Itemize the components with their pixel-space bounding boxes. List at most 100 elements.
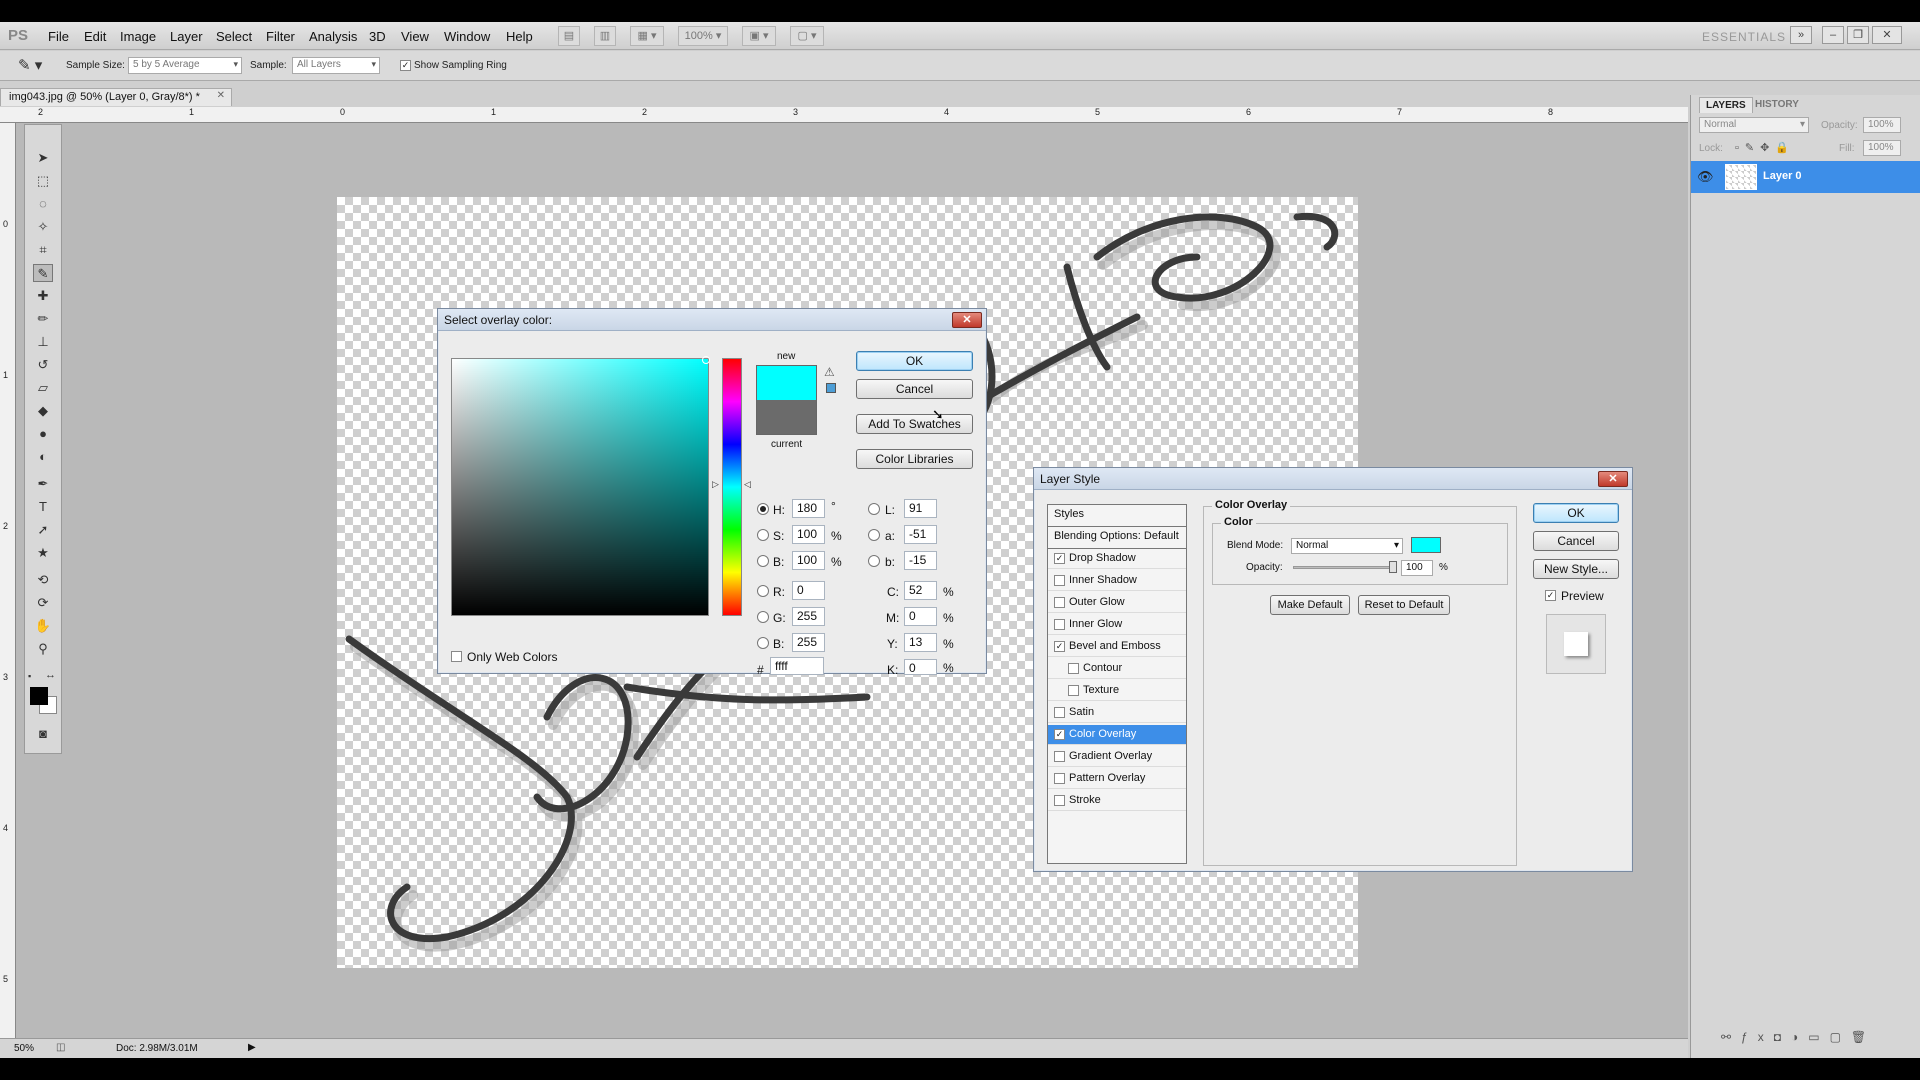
style-item-texture[interactable]: Texture xyxy=(1048,681,1186,701)
blur-tool-icon[interactable]: ● xyxy=(33,425,53,443)
style-item-drop-shadow[interactable]: ✓ Drop Shadow xyxy=(1048,549,1186,569)
hue-radio[interactable] xyxy=(757,503,769,515)
close-app-icon[interactable]: ✕ xyxy=(1872,26,1902,44)
drop-shadow-checkbox[interactable]: ✓ xyxy=(1054,552,1065,564)
color-libraries-button[interactable]: Color Libraries xyxy=(856,449,973,469)
opacity-slider-thumb[interactable] xyxy=(1389,561,1397,573)
mini-bridge-button[interactable]: ▥ xyxy=(594,26,616,46)
zoom-tool-icon[interactable]: ⚲ xyxy=(33,640,53,658)
current-color-swatch[interactable] xyxy=(756,400,817,435)
style-item-contour[interactable]: Contour xyxy=(1048,659,1186,679)
add-to-swatches-button[interactable]: Add To Swatches xyxy=(856,414,973,434)
eyedropper-tool-preset-icon[interactable]: ✎ ▾ xyxy=(18,56,42,74)
layer-actions-icons[interactable]: ⚯ƒx◘◑▭▢🗑 xyxy=(1721,1030,1876,1044)
style-item-gradient-overlay[interactable]: Gradient Overlay xyxy=(1048,747,1186,767)
bridge-button[interactable]: ▤ xyxy=(558,26,580,46)
green-radio[interactable] xyxy=(757,611,769,623)
workspace-expand-icon[interactable]: » xyxy=(1790,26,1812,44)
style-item-bevel-emboss[interactable]: ✓ Bevel and Emboss xyxy=(1048,637,1186,657)
paint-bucket-tool-icon[interactable]: ◆ xyxy=(33,402,53,420)
view-extras-button[interactable]: ▦ ▾ xyxy=(630,26,664,46)
gradient-overlay-checkbox[interactable] xyxy=(1054,750,1065,762)
default-colors-icon[interactable]: ▪ xyxy=(28,671,40,681)
reset-to-default-button[interactable]: Reset to Default xyxy=(1358,595,1450,615)
saturation-input[interactable]: 100 xyxy=(792,525,825,544)
layer-style-cancel-button[interactable]: Cancel xyxy=(1533,531,1619,551)
opacity-input[interactable]: 100 xyxy=(1401,560,1433,576)
hue-slider-right-arrow-icon[interactable]: ◁ xyxy=(744,479,751,490)
style-item-pattern-overlay[interactable]: Pattern Overlay xyxy=(1048,769,1186,789)
arrange-documents-button[interactable]: ▣ ▾ xyxy=(742,26,776,46)
only-web-colors-checkbox[interactable] xyxy=(451,651,462,662)
cancel-button[interactable]: Cancel xyxy=(856,379,973,399)
black-input[interactable]: 0 xyxy=(904,659,937,675)
screen-mode-button[interactable]: ▢ ▾ xyxy=(790,26,824,46)
sample-select[interactable]: All Layers ▾ xyxy=(292,57,380,74)
workspace-label[interactable]: ESSENTIALS xyxy=(1702,30,1786,44)
magenta-input[interactable]: 0 xyxy=(904,607,937,626)
ok-button[interactable]: OK xyxy=(856,351,973,371)
color-field[interactable] xyxy=(451,356,710,616)
layer-fill-field[interactable]: 100% xyxy=(1863,140,1901,156)
lightness-radio[interactable] xyxy=(868,503,880,515)
out-of-gamut-warning-icon[interactable]: ⚠ xyxy=(824,365,835,379)
hex-input[interactable]: ffff xyxy=(770,657,824,675)
brush-tool-icon[interactable]: ✏ xyxy=(33,310,53,328)
zoom-level-select[interactable]: 100% ▾ xyxy=(678,26,728,46)
style-item-stroke[interactable]: Stroke xyxy=(1048,791,1186,811)
color-overlay-checkbox[interactable]: ✓ xyxy=(1054,728,1065,740)
lasso-tool-icon[interactable]: ◌ xyxy=(33,195,53,213)
status-menu-icon[interactable]: ◫ xyxy=(56,1042,65,1053)
quick-selection-tool-icon[interactable]: ✧ xyxy=(33,218,53,236)
pattern-overlay-checkbox[interactable] xyxy=(1054,772,1065,784)
brightness-input[interactable]: 100 xyxy=(792,551,825,570)
styles-header[interactable]: Styles xyxy=(1048,505,1186,527)
menu-image[interactable]: Image xyxy=(120,29,156,44)
blue-radio[interactable] xyxy=(757,637,769,649)
menu-select[interactable]: Select xyxy=(216,29,252,44)
inner-shadow-checkbox[interactable] xyxy=(1054,574,1065,586)
b-channel-radio[interactable] xyxy=(868,555,880,567)
bevel-emboss-checkbox[interactable]: ✓ xyxy=(1054,640,1065,652)
close-tab-icon[interactable]: ✕ xyxy=(217,90,225,101)
opacity-slider-track[interactable] xyxy=(1293,566,1393,569)
red-input[interactable]: 0 xyxy=(792,581,825,600)
quick-mask-icon[interactable]: ◙ xyxy=(33,725,53,743)
marquee-tool-icon[interactable]: ⬚ xyxy=(33,172,53,190)
status-arrow-icon[interactable]: ▶ xyxy=(248,1042,256,1053)
inner-glow-checkbox[interactable] xyxy=(1054,618,1065,630)
eyedropper-tool-icon[interactable]: ✎ xyxy=(33,264,53,282)
web-safe-cube-icon[interactable] xyxy=(826,383,836,393)
red-radio[interactable] xyxy=(757,585,769,597)
layer-row[interactable]: 👁 Layer 0 xyxy=(1691,161,1920,193)
style-item-outer-glow[interactable]: Outer Glow xyxy=(1048,593,1186,613)
history-brush-tool-icon[interactable]: ↺ xyxy=(33,356,53,374)
a-channel-radio[interactable] xyxy=(868,529,880,541)
foreground-color-swatch[interactable] xyxy=(30,687,48,705)
layer-style-ok-button[interactable]: OK xyxy=(1533,503,1619,523)
dodge-tool-icon[interactable]: ◐ xyxy=(33,448,53,466)
texture-checkbox[interactable] xyxy=(1068,684,1079,696)
menu-layer[interactable]: Layer xyxy=(170,29,203,44)
style-item-color-overlay[interactable]: ✓ Color Overlay xyxy=(1048,725,1186,745)
path-selection-tool-icon[interactable]: ➚ xyxy=(33,521,53,539)
preview-checkbox[interactable]: ✓ xyxy=(1545,590,1556,601)
eraser-tool-icon[interactable]: ▱ xyxy=(33,379,53,397)
green-input[interactable]: 255 xyxy=(792,607,825,626)
eye-visibility-icon[interactable]: 👁 xyxy=(1697,169,1714,185)
hue-input[interactable]: 180 xyxy=(792,499,825,518)
blue-input[interactable]: 255 xyxy=(792,633,825,652)
style-item-inner-glow[interactable]: Inner Glow xyxy=(1048,615,1186,635)
clone-stamp-tool-icon[interactable]: ⊥ xyxy=(33,333,53,351)
outer-glow-checkbox[interactable] xyxy=(1054,596,1065,608)
hand-tool-icon[interactable]: ✋ xyxy=(33,617,53,635)
restore-icon[interactable]: ❐ xyxy=(1847,26,1869,44)
close-icon[interactable]: ✕ xyxy=(952,312,982,328)
tab-history[interactable]: HISTORY xyxy=(1749,97,1805,113)
blending-options-item[interactable]: Blending Options: Default xyxy=(1048,527,1186,549)
brightness-radio[interactable] xyxy=(757,555,769,567)
new-style-button[interactable]: New Style... xyxy=(1533,559,1619,579)
layer-blend-mode-select[interactable]: Normal ▾ xyxy=(1699,117,1809,133)
tab-layers[interactable]: LAYERS xyxy=(1699,97,1753,113)
pen-tool-icon[interactable]: ✒ xyxy=(33,475,53,493)
